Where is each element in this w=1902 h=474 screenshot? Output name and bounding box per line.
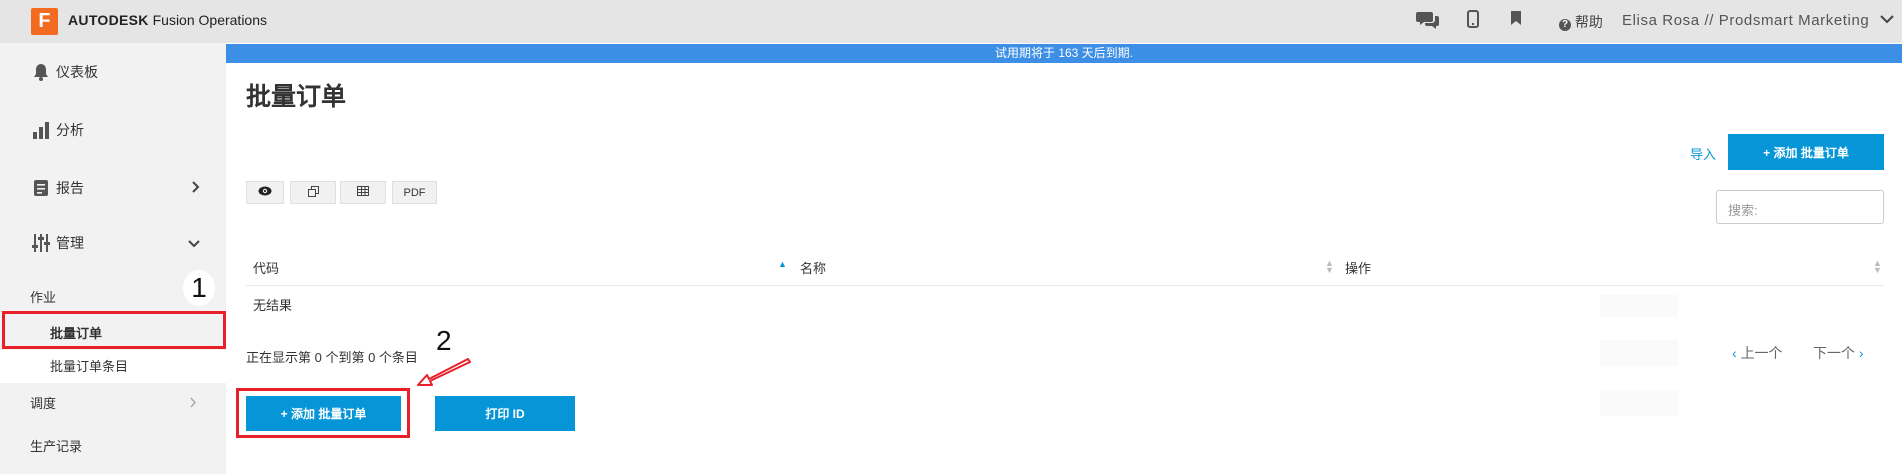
help-menu[interactable]: ? 帮助 [1559, 12, 1603, 32]
brand-name: AUTODESK [68, 12, 149, 28]
chevron-right-icon: › [1858, 345, 1864, 361]
column-header-actions[interactable]: 操作 [1345, 258, 1371, 277]
chevron-left-icon: ‹ [1732, 345, 1737, 361]
import-link[interactable]: 导入 [1690, 144, 1716, 163]
sidebar-item-batch-order-items[interactable]: 批量订单条目 [50, 356, 128, 375]
bookmark-icon[interactable] [1510, 10, 1522, 31]
sidebar-item-dashboard[interactable]: 仪表板 [0, 43, 226, 101]
column-header-name[interactable]: 名称 [800, 258, 826, 277]
product-name: Fusion Operations [152, 12, 268, 28]
sidebar-item-reports[interactable]: 报告 [0, 159, 226, 217]
callout-step-1: 1 [183, 270, 215, 306]
chevron-down-icon[interactable] [1880, 11, 1894, 27]
pager-next-label: 下一个 [1813, 345, 1855, 361]
chevron-right-icon [192, 180, 200, 196]
mobile-icon[interactable] [1467, 10, 1479, 33]
report-icon [30, 179, 52, 197]
highlight-box-batch-orders [2, 311, 226, 349]
pager-next[interactable]: 下一个 › [1813, 343, 1864, 363]
add-batch-order-bottom-button[interactable]: + 添加 批量订单 [246, 396, 401, 431]
export-csv-button[interactable] [340, 181, 386, 204]
chevron-right-icon [190, 395, 197, 413]
print-id-button[interactable]: 打印 ID [435, 396, 575, 431]
sort-icon[interactable]: ▲ ▼ [1325, 259, 1334, 275]
top-bar: F AUTODESK Fusion Operations ? 帮助 Elisa … [0, 0, 1902, 43]
bar-chart-icon [30, 121, 52, 139]
sidebar-item-analytics[interactable]: 分析 [0, 101, 226, 159]
callout-arrow-icon [416, 358, 472, 395]
copy-button[interactable] [290, 181, 336, 204]
sort-ascending-icon[interactable]: ▲ [778, 259, 787, 269]
pager-prev[interactable]: ‹ 上一个 [1732, 343, 1783, 363]
eye-icon [258, 186, 272, 199]
help-icon: ? [1559, 19, 1571, 31]
copy-icon [307, 185, 319, 200]
ghost-cell [1600, 390, 1678, 416]
column-header-code[interactable]: 代码 [253, 258, 279, 277]
ghost-cell [1600, 295, 1678, 317]
empty-table-message: 无结果 [253, 298, 293, 313]
trial-banner: 试用期将于 163 天后到期. [226, 44, 1902, 63]
add-batch-order-button[interactable]: + 添加 批量订单 [1728, 134, 1884, 170]
sidebar-section-jobs: 作业 [30, 290, 57, 305]
sidebar-item-scheduling[interactable]: 调度 [30, 393, 56, 412]
search-input[interactable]: 搜索: [1716, 190, 1884, 224]
sidebar-item-production-records[interactable]: 生产记录 [30, 436, 82, 455]
sidebar-item-label: 报告 [56, 180, 84, 196]
sliders-icon [30, 233, 52, 253]
table-icon [357, 186, 369, 199]
sidebar-item-label: 管理 [56, 235, 84, 251]
table-info: 正在显示第 0 个到第 0 个条目 [246, 350, 418, 365]
app-brand[interactable]: AUTODESK Fusion Operations [68, 12, 267, 28]
help-label: 帮助 [1574, 14, 1603, 30]
fusion-logo-icon[interactable]: F [31, 8, 58, 35]
sidebar-item-label: 分析 [56, 122, 84, 138]
toggle-columns-button[interactable] [246, 181, 284, 204]
ghost-cell [1600, 340, 1678, 366]
sidebar-item-batch-orders[interactable]: 批量订单 [50, 323, 102, 342]
page-title: 批量订单 [246, 83, 347, 111]
export-pdf-button[interactable]: PDF [392, 181, 437, 204]
sort-icon[interactable]: ▲ ▼ [1873, 259, 1882, 275]
chat-icon[interactable] [1416, 10, 1440, 35]
user-menu[interactable]: Elisa Rosa // Prodsmart Marketing [1622, 12, 1869, 29]
sidebar-item-manage[interactable]: 管理 [0, 217, 226, 269]
table-header-divider [246, 285, 1884, 286]
callout-step-2: 2 [436, 325, 452, 356]
bell-icon [30, 63, 52, 81]
chevron-down-icon [188, 235, 200, 251]
sidebar-item-label: 仪表板 [56, 64, 98, 80]
pager-prev-label: 上一个 [1740, 345, 1783, 361]
